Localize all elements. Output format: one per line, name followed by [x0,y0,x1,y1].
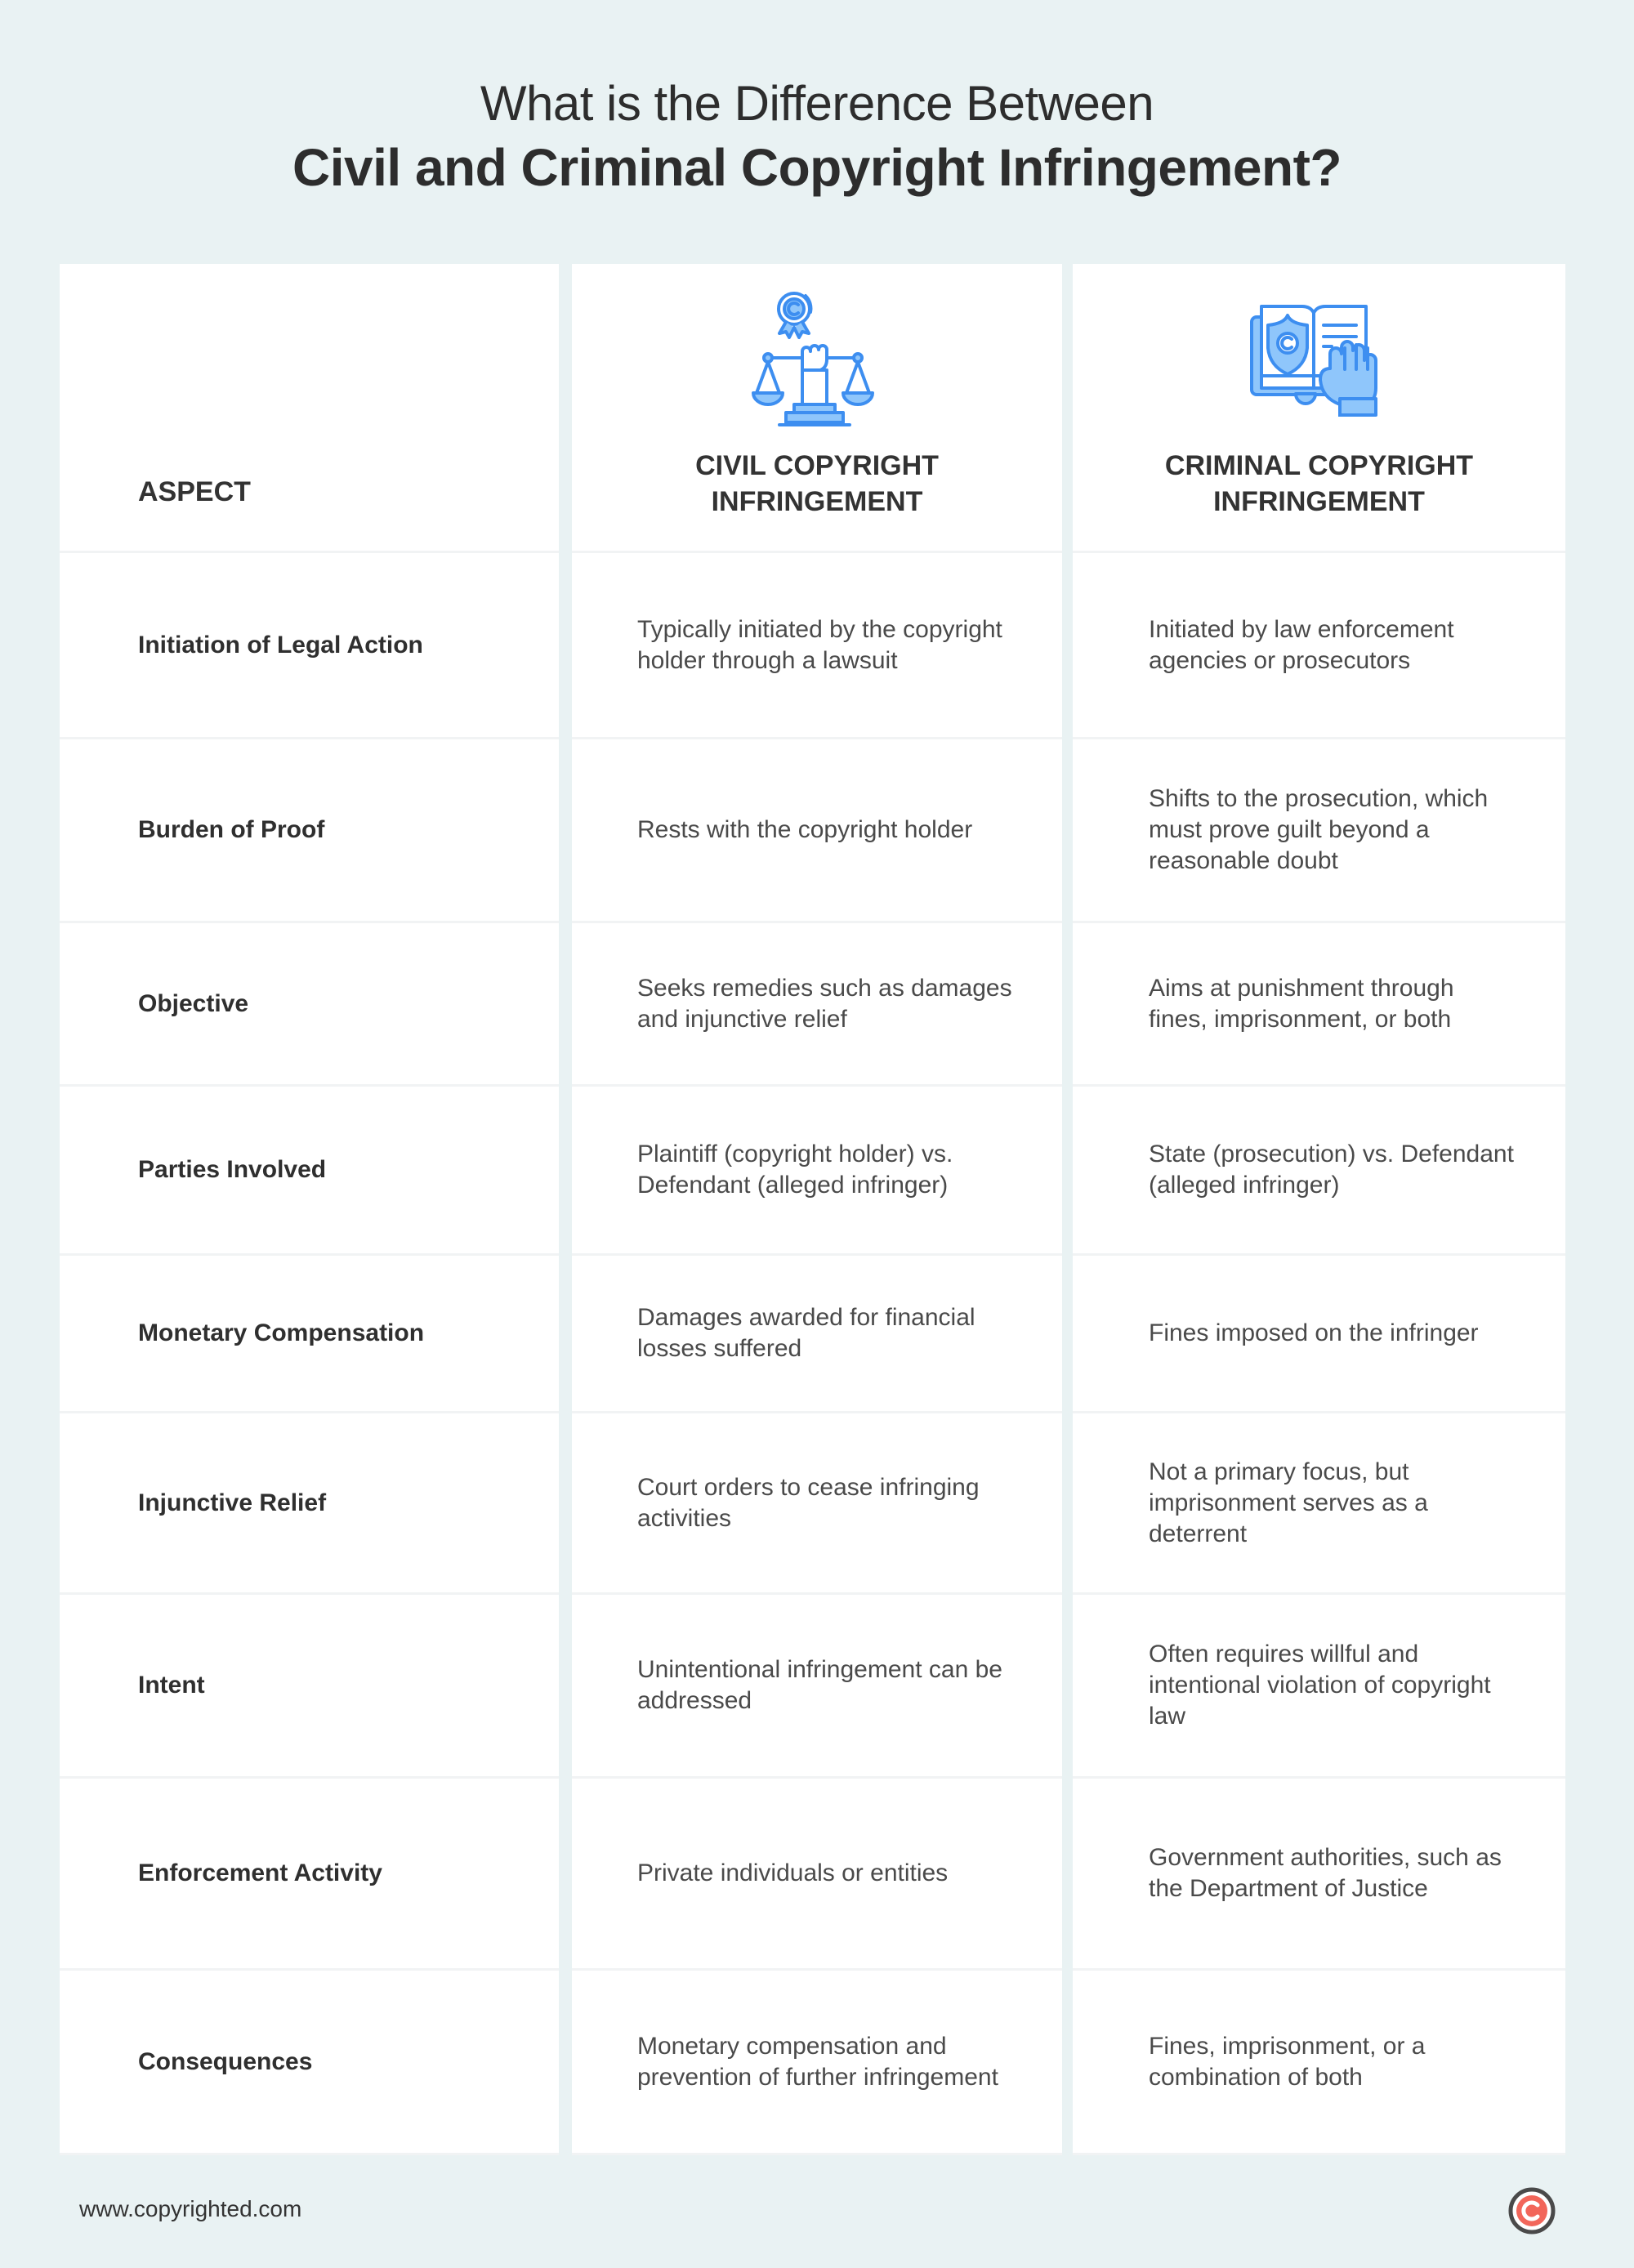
civil-cell: Damages awarded for financial losses suf… [572,1256,1062,1413]
criminal-cell: Fines, imprisonment, or a combination of… [1073,1971,1565,2155]
criminal-cell: Aims at punishment through fines, impris… [1073,923,1565,1087]
aspect-text: Monetary Compensation [138,1319,425,1346]
criminal-cell: Initiated by law enforcement agencies or… [1073,553,1565,739]
comparison-table: ASPECT CIVIL COPYRIGHT INFRINGEMENT CRIM… [60,264,1565,2155]
aspect-cell: Objective [60,923,559,1087]
criminal-text: Fines imposed on the infringer [1149,1319,1479,1346]
aspect-text: Burden of Proof [138,816,325,843]
civil-cell: Monetary compensation and prevention of … [572,1971,1062,2155]
table-row: Intent Unintentional infringement can be … [60,1595,1565,1779]
aspect-cell: Initiation of Legal Action [60,553,559,739]
table-row: Initiation of Legal Action Typically init… [60,553,1565,739]
law-book-oath-hand-icon [1249,305,1377,417]
civil-cell: Unintentional infringement can be addres… [572,1595,1062,1779]
aspect-cell: Enforcement Activity [60,1779,559,1971]
civil-text: Seeks remedies such as damages and injun… [637,974,1012,1033]
aspect-cell: Monetary Compensation [60,1256,559,1413]
aspect-text: Consequences [138,2047,313,2075]
criminal-text: Fines, imprisonment, or a combination of… [1149,2032,1426,2091]
aspect-cell: Intent [60,1595,559,1779]
criminal-cell: Not a primary focus, but imprisonment se… [1073,1413,1565,1595]
table-row: Enforcement Activity Private individuals … [60,1779,1565,1971]
aspect-text: Initiation of Legal Action [138,631,423,659]
civil-text: Plaintiff (copyright holder) vs. Defenda… [637,1141,953,1199]
scales-of-justice-copyright-icon [752,292,874,426]
table-row: Injunctive Relief Court orders to cease i… [60,1413,1565,1595]
header-criminal-cell: CRIMINAL COPYRIGHT INFRINGEMENT [1073,264,1565,553]
aspect-cell: Injunctive Relief [60,1413,559,1595]
criminal-cell: Often requires willful and intentional v… [1073,1595,1565,1779]
criminal-text: Not a primary focus, but imprisonment se… [1149,1458,1428,1547]
page-title: What is the Difference Between Civil and… [0,72,1634,199]
aspect-cell: Parties Involved [60,1087,559,1256]
aspect-text: Intent [138,1672,205,1699]
civil-cell: Court orders to cease infringing activit… [572,1413,1062,1595]
civil-text: Court orders to cease infringing activit… [637,1473,980,1532]
footer-url[interactable]: www.copyrighted.com [79,2196,301,2222]
criminal-text: Initiated by law enforcement agencies or… [1149,615,1454,674]
table-row: Parties Involved Plaintiff (copyright hol… [60,1087,1565,1256]
table-row: Burden of Proof Rests with the copyright … [60,739,1565,923]
table-row: Monetary Compensation Damages awarded for… [60,1256,1565,1413]
aspect-text: Parties Involved [138,1156,327,1183]
aspect-cell: Consequences [60,1971,559,2155]
criminal-cell: Government authorities, such as the Depa… [1073,1779,1565,1971]
civil-text: Damages awarded for financial losses suf… [637,1304,975,1362]
civil-text: Rests with the copyright holder [637,816,973,843]
civil-cell: Private individuals or entities [572,1779,1062,1971]
aspect-text: Injunctive Relief [138,1489,327,1516]
criminal-text: Government authorities, such as the Depa… [1149,1844,1502,1902]
criminal-cell: Fines imposed on the infringer [1073,1256,1565,1413]
civil-cell: Seeks remedies such as damages and injun… [572,923,1062,1087]
header-aspect: ASPECT [138,476,251,507]
criminal-text: State (prosecution) vs. Defendant (alleg… [1149,1141,1514,1199]
title-line-2: Civil and Criminal Copyright Infringemen… [292,138,1342,197]
criminal-text: Often requires willful and intentional v… [1149,1641,1491,1730]
criminal-cell: Shifts to the prosecution, which must pr… [1073,739,1565,923]
civil-cell: Rests with the copyright holder [572,739,1062,923]
aspect-text: Enforcement Activity [138,1859,382,1886]
civil-text: Private individuals or entities [637,1859,949,1886]
criminal-text: Aims at punishment through fines, impris… [1149,974,1454,1033]
header-criminal: CRIMINAL COPYRIGHT INFRINGEMENT [1164,450,1474,517]
civil-cell: Plaintiff (copyright holder) vs. Defenda… [572,1087,1062,1256]
civil-text: Typically initiated by the copyright hol… [637,615,1002,674]
aspect-text: Objective [138,989,249,1017]
table-row: Consequences Monetary compensation and pr… [60,1971,1565,2155]
table-header-row: ASPECT CIVIL COPYRIGHT INFRINGEMENT CRIM… [60,264,1565,553]
header-civil-cell: CIVIL COPYRIGHT INFRINGEMENT [572,264,1062,553]
criminal-cell: State (prosecution) vs. Defendant (alleg… [1073,1087,1565,1256]
header-aspect-cell: ASPECT [60,264,559,553]
title-line-1: What is the Difference Between [480,76,1154,131]
civil-text: Monetary compensation and prevention of … [637,2032,998,2091]
criminal-text: Shifts to the prosecution, which must pr… [1149,785,1489,874]
header-civil: CIVIL COPYRIGHT INFRINGEMENT [695,450,939,517]
civil-text: Unintentional infringement can be addres… [637,1656,1002,1714]
civil-cell: Typically initiated by the copyright hol… [572,553,1062,739]
copyright-logo-icon [1508,2187,1556,2235]
aspect-cell: Burden of Proof [60,739,559,923]
table-row: Objective Seeks remedies such as damages … [60,923,1565,1087]
